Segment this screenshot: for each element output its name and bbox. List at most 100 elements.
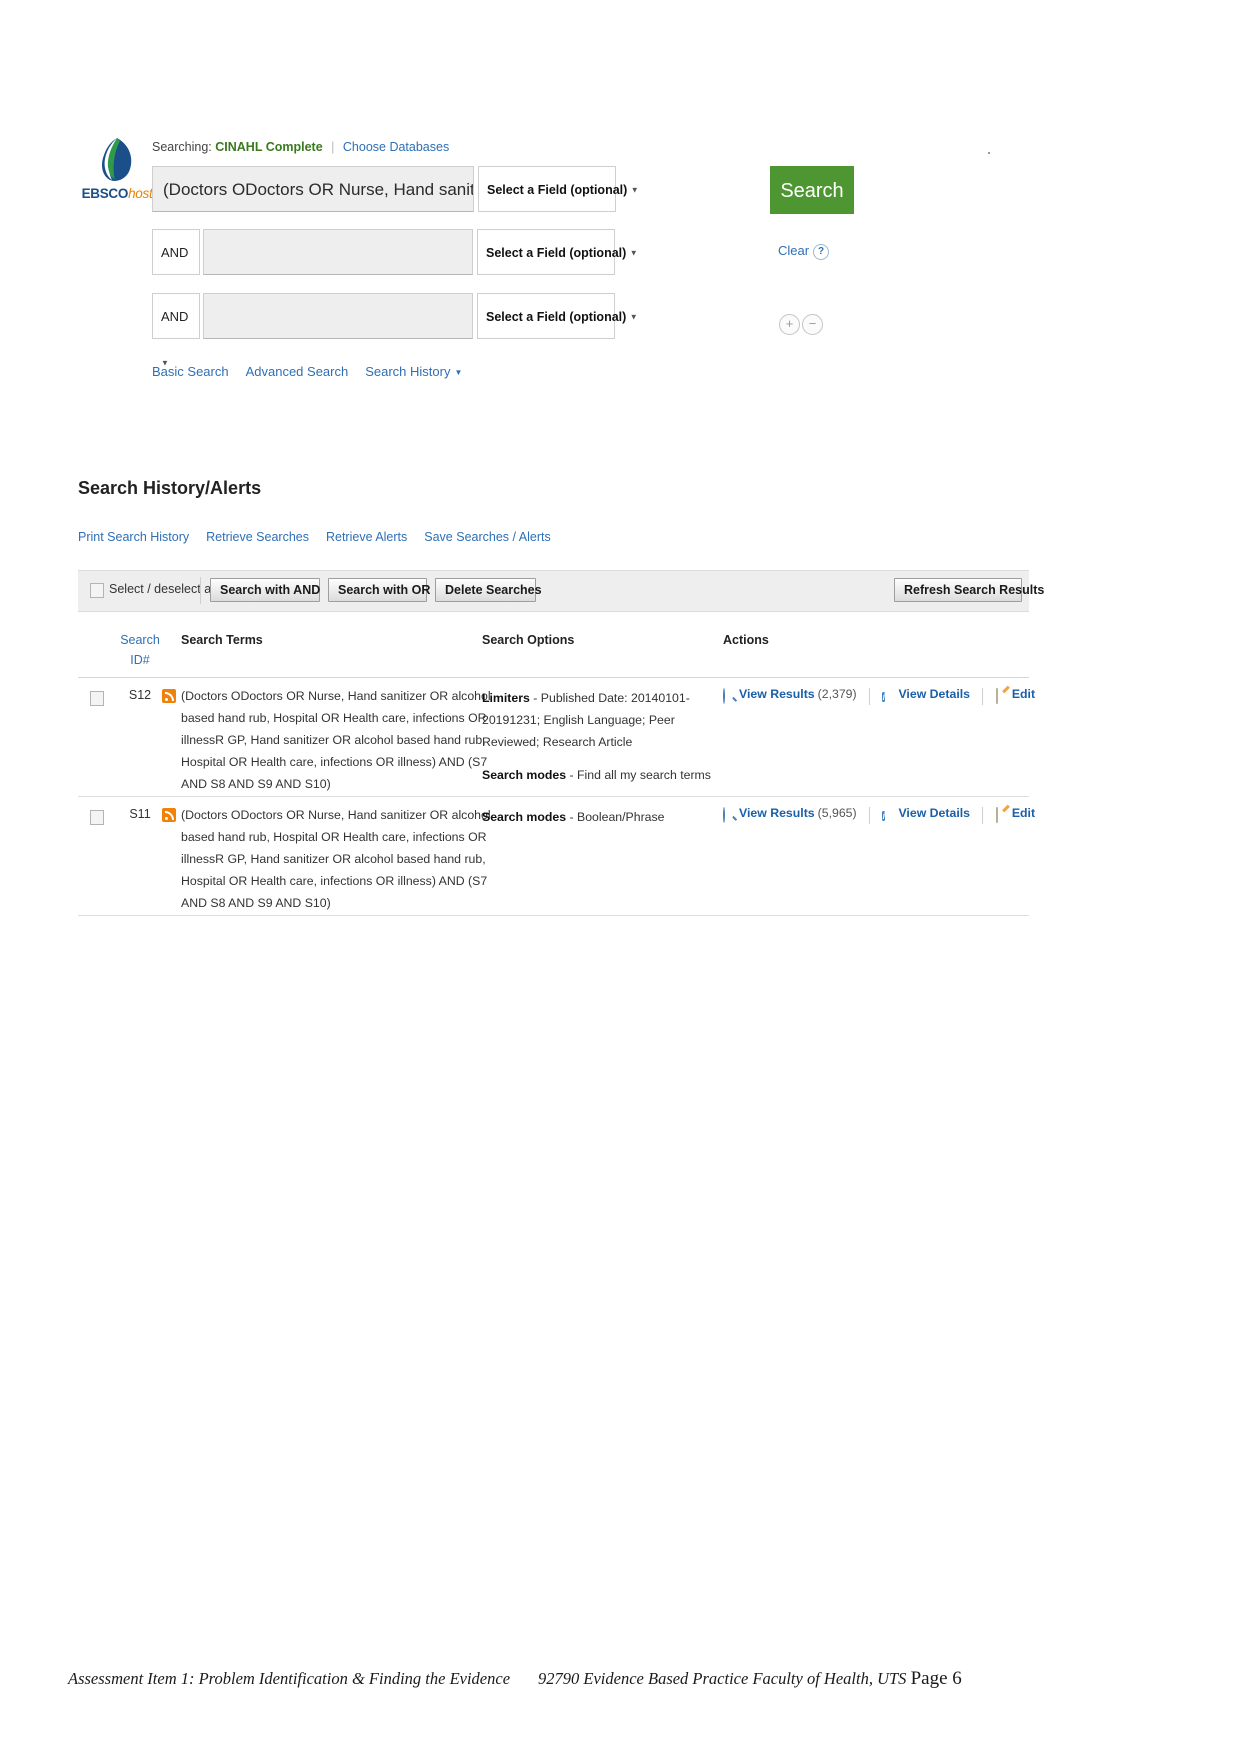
view-details-action[interactable]: i View Details: [882, 806, 970, 821]
edit-link[interactable]: Edit: [1012, 687, 1035, 701]
search-mode-links: Basic Search Advanced Search Search Histor…: [152, 364, 462, 379]
view-details-link[interactable]: View Details: [898, 687, 970, 701]
view-results-action[interactable]: View Results (2,379): [723, 687, 857, 704]
edit-action[interactable]: Edit: [995, 806, 1035, 823]
search-button[interactable]: Search: [770, 166, 854, 214]
clear-link[interactable]: Clear: [778, 243, 809, 258]
info-icon: i: [882, 692, 885, 702]
footer-assessment-title: Assessment Item 1: Problem Identificatio…: [68, 1669, 511, 1688]
search-input-1[interactable]: (Doctors ODoctors OR Nurse, Hand sanitiz…: [152, 166, 474, 212]
search-row-2: AND ▼ Select a Field (optional) ▼: [152, 229, 638, 304]
row-controls: + −: [779, 314, 823, 335]
edit-link[interactable]: Edit: [1012, 806, 1035, 820]
search-history-links: Print Search History Retrieve Searches Ret…: [78, 530, 568, 544]
field-select-2[interactable]: Select a Field (optional) ▼: [477, 229, 638, 275]
basic-search-link[interactable]: Basic Search: [152, 364, 229, 379]
search-modes-label: Search modes: [482, 768, 567, 782]
search-modes-value: - Boolean/Phrase: [566, 810, 665, 824]
view-details-action[interactable]: i View Details: [882, 687, 970, 702]
boolean-select-2-label: AND: [161, 245, 189, 260]
search-history-title: Search History/Alerts: [78, 478, 262, 498]
print-search-history-link[interactable]: Print Search History: [78, 530, 189, 544]
rss-feed-icon[interactable]: [162, 808, 176, 822]
column-header-search-options: Search Options: [482, 633, 575, 647]
delete-searches-button[interactable]: Delete Searches: [435, 578, 542, 602]
view-results-link[interactable]: View Results: [739, 687, 815, 701]
search-with-or-button[interactable]: Search with OR: [328, 578, 430, 602]
ebsco-name: EBSCO: [81, 186, 129, 201]
column-header-search-id-sub[interactable]: ID#: [118, 653, 162, 667]
document-page: EBSCOhost Searching: CINAHL Complete | C…: [0, 0, 1241, 1754]
field-select-1-label: Select a Field (optional): [487, 183, 628, 197]
ebsco-brand: EBSCOhost: [78, 136, 156, 201]
refresh-search-results-button[interactable]: Refresh Search Results: [894, 578, 1044, 602]
info-icon: i: [882, 811, 885, 821]
action-divider: [982, 807, 984, 824]
field-select-2-label: Select a Field (optional): [486, 246, 627, 260]
table-row: S12 (Doctors ODoctors OR Nurse, Hand san…: [78, 677, 1035, 797]
choose-databases-link[interactable]: Choose Databases: [343, 140, 449, 154]
table-row: S11 (Doctors ODoctors OR Nurse, Hand san…: [78, 796, 1035, 916]
boolean-select-2[interactable]: AND ▼: [152, 229, 200, 304]
limiters-label: Limiters: [482, 691, 530, 705]
action-divider: [869, 807, 871, 824]
advanced-search-link[interactable]: Advanced Search: [246, 364, 349, 379]
chevron-down-icon[interactable]: ▼: [454, 368, 462, 377]
retrieve-searches-link[interactable]: Retrieve Searches: [206, 530, 309, 544]
chevron-down-icon: ▼: [629, 248, 638, 258]
footer-page-number: Page 6: [910, 1668, 962, 1689]
history-toolbar: Select / deselect all Search with AND Se…: [78, 570, 1044, 612]
row-actions: View Results (5,965) i View Details Edit: [723, 806, 1035, 824]
footer-course-info: 92790 Evidence Based Practice Faculty of…: [538, 1669, 907, 1688]
row-search-modes: Search modes - Find all my search terms: [482, 764, 720, 786]
rss-feed-icon[interactable]: [162, 689, 176, 703]
retrieve-alerts-link[interactable]: Retrieve Alerts: [326, 530, 407, 544]
view-results-link[interactable]: View Results: [739, 806, 815, 820]
boolean-select-3[interactable]: AND ▼: [152, 293, 200, 368]
search-row-3: AND ▼ Select a Field (optional) ▼: [152, 293, 638, 368]
field-select-1[interactable]: Select a Field (optional) ▼: [478, 166, 639, 212]
search-modes-label: Search modes: [482, 810, 567, 824]
search-input-3[interactable]: [203, 293, 473, 339]
chevron-down-icon: ▼: [629, 312, 638, 322]
row-checkbox[interactable]: [90, 691, 104, 706]
row-checkbox[interactable]: [90, 810, 104, 825]
add-row-icon[interactable]: +: [779, 314, 800, 335]
edit-pencil-icon: [995, 807, 1009, 823]
row-search-options: Limiters - Published Date: 20140101-2019…: [482, 687, 720, 786]
search-input-2[interactable]: [203, 229, 473, 275]
search-history-link[interactable]: Search History: [365, 364, 450, 379]
field-select-3[interactable]: Select a Field (optional) ▼: [477, 293, 638, 339]
row-search-id: S11: [129, 807, 151, 821]
magnifier-icon: [723, 688, 736, 704]
view-results-action[interactable]: View Results (5,965): [723, 806, 857, 823]
row-search-terms: (Doctors ODoctors OR Nurse, Hand sanitiz…: [181, 808, 491, 910]
action-divider: [982, 688, 984, 705]
row-search-id: S12: [128, 688, 152, 702]
remove-row-icon[interactable]: −: [802, 314, 823, 335]
column-header-search-terms: Search Terms: [181, 633, 263, 647]
column-header-search-id[interactable]: Search: [118, 633, 162, 647]
view-details-link[interactable]: View Details: [898, 806, 970, 820]
history-table-header: Search ID# Search Terms Search Options A…: [78, 625, 1029, 678]
ebsco-host-suffix: host: [128, 186, 153, 201]
searching-label: Searching:: [152, 140, 212, 154]
search-row-1: (Doctors ODoctors OR Nurse, Hand sanitiz…: [152, 166, 639, 212]
row-search-modes: Search modes - Boolean/Phrase: [482, 806, 720, 828]
select-deselect-all-checkbox[interactable]: [90, 583, 104, 598]
toolbar-divider: [200, 577, 201, 604]
search-modes-value: - Find all my search terms: [566, 768, 711, 782]
edit-pencil-icon: [995, 688, 1009, 704]
edit-action[interactable]: Edit: [995, 687, 1035, 704]
divider: |: [331, 140, 335, 154]
view-results-count: (5,965): [817, 806, 857, 820]
searching-line: Searching: CINAHL Complete | Choose Data…: [152, 140, 449, 154]
save-searches-alerts-link[interactable]: Save Searches / Alerts: [424, 530, 550, 544]
magnifier-icon: [723, 807, 736, 823]
search-with-and-button[interactable]: Search with AND: [210, 578, 320, 602]
ebsco-leaf-logo-icon: [97, 136, 137, 184]
help-icon[interactable]: ?: [813, 243, 830, 260]
row-search-options: Search modes - Boolean/Phrase: [482, 806, 720, 828]
page-speck: [988, 152, 990, 154]
ebsco-wordmark: EBSCOhost: [78, 186, 156, 201]
